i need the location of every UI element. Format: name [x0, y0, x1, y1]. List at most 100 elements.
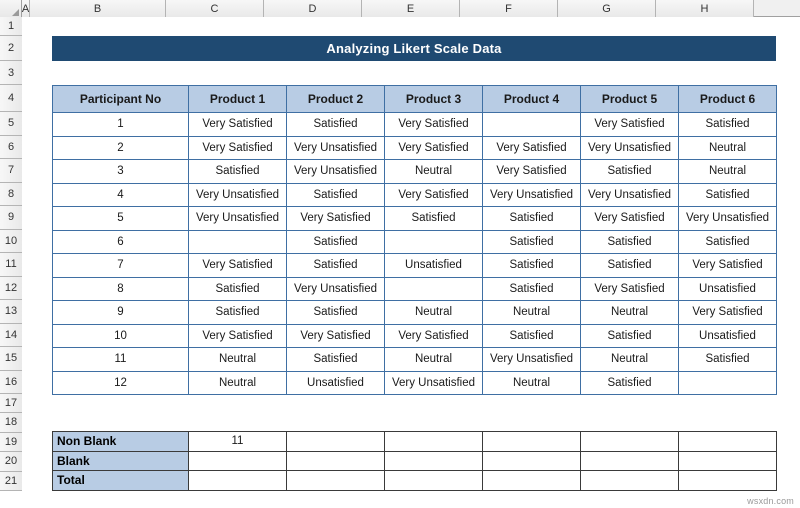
- response-cell[interactable]: Very Unsatisfied: [580, 182, 679, 207]
- summary-value-cell[interactable]: [188, 470, 287, 491]
- response-cell[interactable]: Satisfied: [678, 347, 777, 372]
- response-cell[interactable]: Unsatisfied: [384, 253, 483, 278]
- response-cell[interactable]: Satisfied: [580, 229, 679, 254]
- summary-value-cell[interactable]: [580, 450, 679, 471]
- column-header-g[interactable]: G: [558, 0, 656, 17]
- row-header-20[interactable]: 20: [0, 452, 22, 472]
- response-cell[interactable]: [678, 370, 777, 395]
- participant-no-cell[interactable]: 7: [52, 253, 189, 278]
- response-cell[interactable]: Satisfied: [482, 253, 581, 278]
- response-cell[interactable]: Unsatisfied: [678, 276, 777, 301]
- response-cell[interactable]: [384, 276, 483, 301]
- participant-no-cell[interactable]: 3: [52, 159, 189, 184]
- response-cell[interactable]: Satisfied: [482, 276, 581, 301]
- row-header-1[interactable]: 1: [0, 17, 22, 36]
- response-cell[interactable]: Neutral: [188, 347, 287, 372]
- response-cell[interactable]: Satisfied: [678, 229, 777, 254]
- response-cell[interactable]: Satisfied: [678, 182, 777, 207]
- response-cell[interactable]: Very Satisfied: [286, 206, 385, 231]
- response-cell[interactable]: Satisfied: [580, 159, 679, 184]
- row-header-4[interactable]: 4: [0, 85, 22, 112]
- response-cell[interactable]: Neutral: [678, 135, 777, 160]
- response-cell[interactable]: Satisfied: [482, 229, 581, 254]
- response-cell[interactable]: Very Satisfied: [384, 182, 483, 207]
- response-cell[interactable]: Very Satisfied: [580, 112, 679, 137]
- response-cell[interactable]: Satisfied: [580, 370, 679, 395]
- row-header-9[interactable]: 9: [0, 206, 22, 230]
- participant-no-cell[interactable]: 4: [52, 182, 189, 207]
- response-cell[interactable]: [188, 229, 287, 254]
- response-cell[interactable]: Neutral: [580, 300, 679, 325]
- response-cell[interactable]: Satisfied: [188, 159, 287, 184]
- row-header-21[interactable]: 21: [0, 471, 22, 491]
- participant-no-cell[interactable]: 1: [52, 112, 189, 137]
- summary-value-cell[interactable]: [188, 450, 287, 471]
- row-header-11[interactable]: 11: [0, 253, 22, 277]
- participant-no-cell[interactable]: 2: [52, 135, 189, 160]
- response-cell[interactable]: Satisfied: [482, 323, 581, 348]
- response-cell[interactable]: Very Unsatisfied: [580, 135, 679, 160]
- summary-value-cell[interactable]: [678, 470, 777, 491]
- participant-no-cell[interactable]: 12: [52, 370, 189, 395]
- response-cell[interactable]: Satisfied: [188, 300, 287, 325]
- summary-value-cell[interactable]: [286, 431, 385, 452]
- response-cell[interactable]: Unsatisfied: [286, 370, 385, 395]
- response-cell[interactable]: Neutral: [580, 347, 679, 372]
- response-cell[interactable]: Neutral: [384, 300, 483, 325]
- response-cell[interactable]: Very Unsatisfied: [678, 206, 777, 231]
- participant-no-cell[interactable]: 8: [52, 276, 189, 301]
- summary-value-cell[interactable]: [580, 431, 679, 452]
- participant-no-cell[interactable]: 11: [52, 347, 189, 372]
- response-cell[interactable]: Very Satisfied: [482, 135, 581, 160]
- response-cell[interactable]: Very Satisfied: [188, 112, 287, 137]
- response-cell[interactable]: Very Satisfied: [482, 159, 581, 184]
- response-cell[interactable]: Very Satisfied: [188, 253, 287, 278]
- column-header-c[interactable]: C: [166, 0, 264, 17]
- row-header-12[interactable]: 12: [0, 276, 22, 300]
- response-cell[interactable]: Satisfied: [384, 206, 483, 231]
- response-cell[interactable]: Neutral: [678, 159, 777, 184]
- response-cell[interactable]: Neutral: [188, 370, 287, 395]
- summary-value-cell[interactable]: [286, 450, 385, 471]
- response-cell[interactable]: Satisfied: [286, 182, 385, 207]
- response-cell[interactable]: Very Satisfied: [678, 253, 777, 278]
- summary-value-cell[interactable]: [286, 470, 385, 491]
- response-cell[interactable]: Neutral: [482, 370, 581, 395]
- row-header-19[interactable]: 19: [0, 432, 22, 452]
- response-cell[interactable]: Satisfied: [678, 112, 777, 137]
- participant-no-cell[interactable]: 10: [52, 323, 189, 348]
- summary-value-cell[interactable]: [482, 470, 581, 491]
- response-cell[interactable]: Very Unsatisfied: [188, 182, 287, 207]
- response-cell[interactable]: Satisfied: [286, 112, 385, 137]
- response-cell[interactable]: Neutral: [384, 347, 483, 372]
- summary-value-cell[interactable]: [678, 431, 777, 452]
- response-cell[interactable]: [384, 229, 483, 254]
- select-all-corner[interactable]: [0, 0, 22, 17]
- row-header-6[interactable]: 6: [0, 135, 22, 159]
- response-cell[interactable]: Very Satisfied: [188, 135, 287, 160]
- row-header-14[interactable]: 14: [0, 323, 22, 347]
- response-cell[interactable]: Very Satisfied: [188, 323, 287, 348]
- column-header-b[interactable]: B: [30, 0, 166, 17]
- row-header-3[interactable]: 3: [0, 61, 22, 85]
- row-header-8[interactable]: 8: [0, 182, 22, 206]
- response-cell[interactable]: Very Satisfied: [678, 300, 777, 325]
- response-cell[interactable]: Satisfied: [286, 347, 385, 372]
- row-header-13[interactable]: 13: [0, 300, 22, 324]
- column-header-e[interactable]: E: [362, 0, 460, 17]
- row-header-15[interactable]: 15: [0, 347, 22, 371]
- response-cell[interactable]: Very Unsatisfied: [482, 182, 581, 207]
- row-header-18[interactable]: 18: [0, 413, 22, 433]
- row-header-17[interactable]: 17: [0, 394, 22, 413]
- response-cell[interactable]: Very Satisfied: [384, 112, 483, 137]
- summary-value-cell[interactable]: [384, 470, 483, 491]
- summary-value-cell[interactable]: [580, 470, 679, 491]
- row-header-16[interactable]: 16: [0, 370, 22, 394]
- participant-no-cell[interactable]: 5: [52, 206, 189, 231]
- participant-no-cell[interactable]: 6: [52, 229, 189, 254]
- column-header-a[interactable]: A: [22, 0, 30, 17]
- summary-value-cell[interactable]: [384, 431, 483, 452]
- response-cell[interactable]: Very Unsatisfied: [286, 159, 385, 184]
- row-header-2[interactable]: 2: [0, 36, 22, 61]
- response-cell[interactable]: Very Satisfied: [580, 276, 679, 301]
